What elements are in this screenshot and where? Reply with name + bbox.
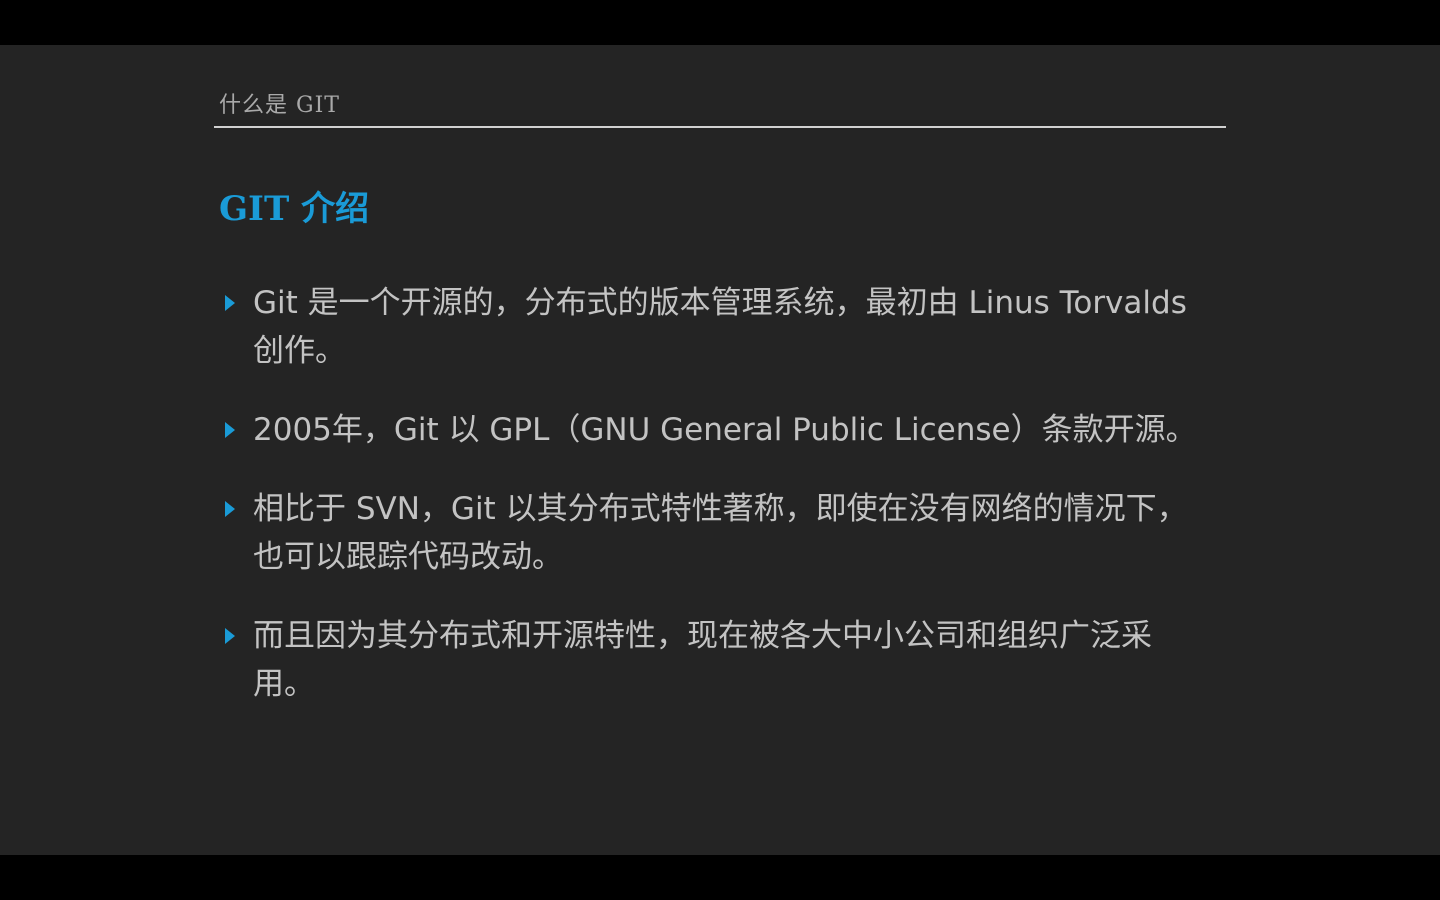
bullet-item: 2005年，Git 以 GPL（GNU General Public Licen… <box>222 406 1212 454</box>
bullet-item: 相比于 SVN，Git 以其分布式特性著称，即使在没有网络的情况下，也可以跟踪代… <box>222 485 1212 581</box>
header-divider <box>214 126 1226 128</box>
slide-title: GIT 介绍 <box>219 189 370 229</box>
triangle-right-icon <box>225 295 235 311</box>
bullet-text: 2005年，Git 以 GPL（GNU General Public Licen… <box>253 412 1197 448</box>
bullet-item: 而且因为其分布式和开源特性，现在被各大中小公司和组织广泛采用。 <box>222 612 1212 708</box>
bullet-text: 而且因为其分布式和开源特性，现在被各大中小公司和组织广泛采用。 <box>253 618 1152 702</box>
triangle-right-icon <box>225 628 235 644</box>
triangle-right-icon <box>225 422 235 438</box>
bullet-text: Git 是一个开源的，分布式的版本管理系统，最初由 Linus Torvalds… <box>253 285 1187 369</box>
bullet-list: Git 是一个开源的，分布式的版本管理系统，最初由 Linus Torvalds… <box>222 279 1212 739</box>
bullet-item: Git 是一个开源的，分布式的版本管理系统，最初由 Linus Torvalds… <box>222 279 1212 375</box>
triangle-right-icon <box>225 501 235 517</box>
bullet-text: 相比于 SVN，Git 以其分布式特性著称，即使在没有网络的情况下，也可以跟踪代… <box>253 491 1188 575</box>
section-title: 什么是 GIT <box>219 93 340 118</box>
slide: 什么是 GIT GIT 介绍 Git 是一个开源的，分布式的版本管理系统，最初由… <box>0 45 1440 855</box>
